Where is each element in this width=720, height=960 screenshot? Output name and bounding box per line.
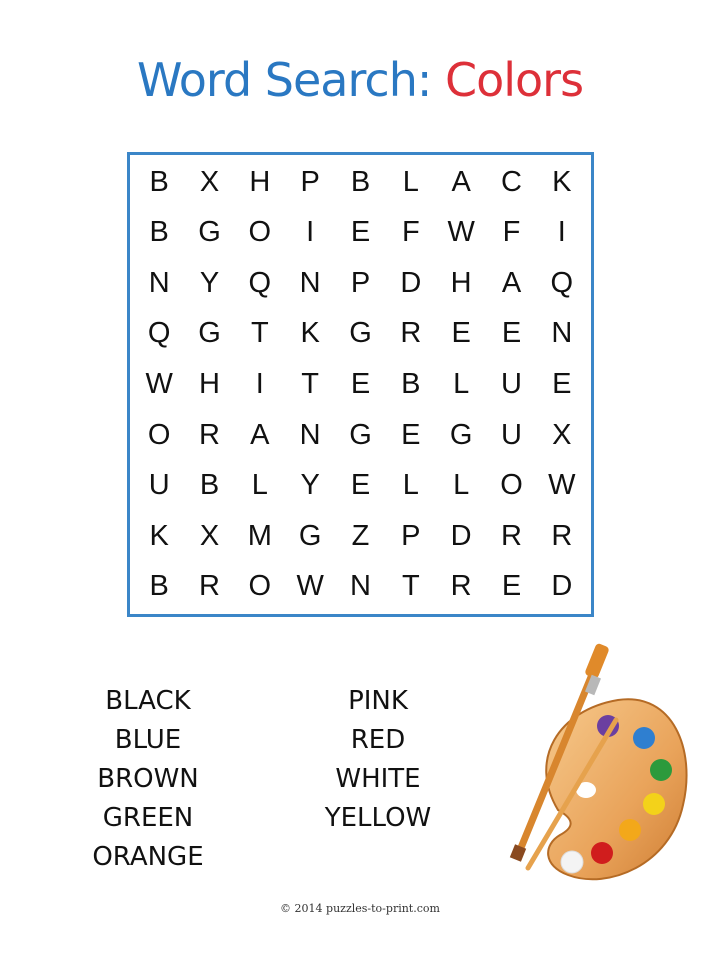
grid-letter: L bbox=[453, 469, 470, 502]
grid-letter: K bbox=[300, 317, 320, 350]
grid-letter: G bbox=[198, 317, 221, 350]
grid-letter: G bbox=[349, 418, 372, 451]
grid-letter: K bbox=[149, 519, 169, 552]
grid-letter: Z bbox=[351, 519, 370, 552]
grid-letter: L bbox=[453, 367, 470, 400]
word-list-item: ORANGE bbox=[92, 842, 204, 872]
grid-letter: F bbox=[401, 216, 420, 249]
grid-letter: I bbox=[306, 216, 315, 249]
puzzle-grid-frame: BXHPBLACKBGOIEFWFINYQNPDHAQQGTKGREENWHIT… bbox=[127, 152, 594, 617]
grid-letter: Y bbox=[199, 266, 220, 299]
grid-letter: L bbox=[402, 469, 419, 502]
grid-letter: A bbox=[501, 266, 522, 299]
grid-letter: G bbox=[198, 216, 221, 249]
grid-letter: H bbox=[450, 266, 472, 299]
grid-letter: E bbox=[350, 216, 371, 249]
word-list-item: RED bbox=[350, 725, 406, 755]
grid-letter: E bbox=[501, 570, 522, 603]
grid-letter: T bbox=[401, 570, 420, 603]
word-list-item: PINK bbox=[348, 686, 408, 716]
grid-letter: P bbox=[401, 519, 421, 552]
grid-letter: Q bbox=[248, 266, 272, 299]
grid-letter: U bbox=[501, 418, 522, 451]
grid-letter: R bbox=[450, 570, 472, 603]
grid-letter: X bbox=[199, 519, 220, 552]
grid-letter: L bbox=[251, 469, 268, 502]
grid-letter: O bbox=[248, 570, 272, 603]
copyright-footer: © 2014 puzzles-to-print.com bbox=[280, 902, 440, 915]
grid-letter: D bbox=[551, 570, 573, 603]
grid-letter: R bbox=[551, 519, 573, 552]
grid-letter: K bbox=[552, 165, 572, 198]
grid-letter: E bbox=[401, 418, 421, 451]
grid-letter: B bbox=[401, 367, 421, 400]
grid-letter: N bbox=[299, 418, 321, 451]
grid-letter: U bbox=[501, 367, 522, 400]
grid-letter: L bbox=[402, 165, 419, 198]
grid-letter: T bbox=[250, 317, 269, 350]
grid-letter: N bbox=[148, 266, 170, 299]
grid-letter: G bbox=[298, 519, 322, 552]
word-list-item: WHITE bbox=[335, 764, 421, 794]
grid-letter: P bbox=[350, 266, 371, 299]
grid-letter: W bbox=[447, 216, 475, 249]
grid-letter: A bbox=[250, 418, 270, 451]
grid-letter: O bbox=[147, 418, 171, 451]
grid-letter: H bbox=[199, 367, 220, 400]
grid-letter: E bbox=[350, 469, 371, 502]
grid-letter: B bbox=[149, 216, 169, 249]
grid-letter: E bbox=[501, 317, 522, 350]
grid-letter: W bbox=[296, 570, 324, 603]
grid-letter: Y bbox=[300, 469, 320, 502]
grid-letter: I bbox=[557, 216, 566, 249]
title-part-word-search: Word Search: bbox=[136, 53, 432, 107]
grid-letter: Q bbox=[550, 266, 574, 299]
word-list-item: BROWN bbox=[97, 764, 199, 794]
grid-letter: B bbox=[149, 165, 169, 198]
grid-letter: B bbox=[149, 570, 169, 603]
grid-letter: G bbox=[449, 418, 473, 451]
grid-letter: O bbox=[500, 469, 523, 502]
grid-letter: Q bbox=[147, 317, 171, 350]
grid-letter: N bbox=[551, 317, 573, 350]
grid-letter: I bbox=[255, 367, 264, 400]
page-title: Word Search: Colors bbox=[0, 50, 720, 110]
puzzle-grid: BXHPBLACKBGOIEFWFINYQNPDHAQQGTKGREENWHIT… bbox=[134, 157, 587, 612]
grid-letter: D bbox=[400, 266, 422, 299]
grid-letter: R bbox=[400, 317, 422, 350]
grid-letter: N bbox=[299, 266, 321, 299]
grid-letter: U bbox=[148, 469, 170, 502]
grid-letter: F bbox=[502, 216, 521, 249]
word-list-column-1: BLACK BLUE BROWN GREEN ORANGE bbox=[28, 682, 268, 877]
grid-letter: W bbox=[145, 367, 173, 400]
grid-letter: B bbox=[350, 165, 371, 198]
paint-palette-icon bbox=[509, 643, 688, 881]
grid-letter: R bbox=[501, 519, 522, 552]
grid-letter: E bbox=[350, 367, 371, 400]
grid-letter: W bbox=[548, 469, 576, 502]
grid-letter: N bbox=[350, 570, 371, 603]
grid-letter: H bbox=[249, 165, 271, 198]
grid-letter: E bbox=[451, 317, 471, 350]
word-list-item: BLUE bbox=[114, 725, 182, 755]
grid-letter: R bbox=[199, 418, 220, 451]
grid-letter: E bbox=[552, 367, 572, 400]
grid-letter: C bbox=[501, 165, 522, 198]
grid-letter: T bbox=[301, 367, 320, 400]
grid-letter: O bbox=[248, 216, 272, 249]
grid-letter: D bbox=[450, 519, 472, 552]
grid-letter: X bbox=[199, 165, 220, 198]
word-list-item: GREEN bbox=[102, 803, 194, 833]
grid-letter: A bbox=[451, 165, 471, 198]
grid-letter: B bbox=[199, 469, 220, 502]
grid-letter: X bbox=[552, 418, 572, 451]
word-list-item: BLACK bbox=[105, 686, 191, 716]
grid-letter: P bbox=[300, 165, 320, 198]
word-list-column-2: PINK RED WHITE YELLOW bbox=[258, 682, 498, 838]
word-list-item: YELLOW bbox=[324, 803, 432, 833]
grid-letter: R bbox=[199, 570, 220, 603]
grid-letter: G bbox=[349, 317, 372, 350]
title-part-colors: Colors bbox=[444, 53, 584, 107]
grid-letter: M bbox=[247, 519, 272, 552]
